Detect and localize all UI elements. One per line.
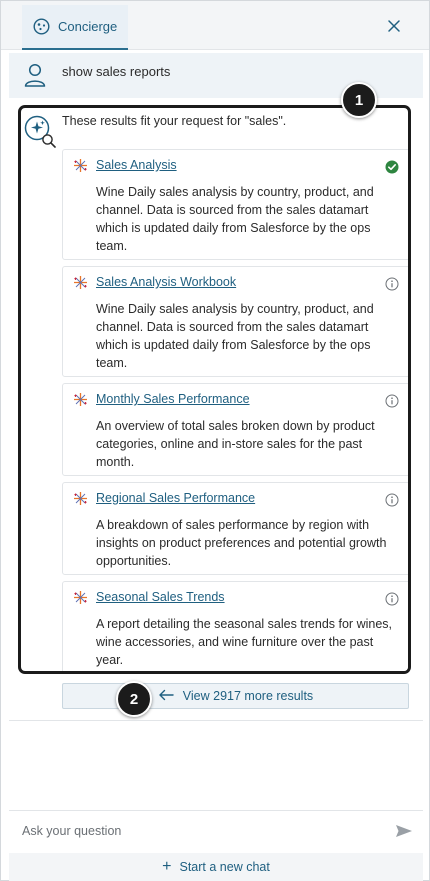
result-card[interactable]: Regional Sales Performance A breakdown o… (62, 482, 408, 575)
tableau-logo-icon (73, 392, 88, 412)
new-chat-label: Start a new chat (179, 860, 270, 874)
tab-concierge[interactable]: Concierge (22, 5, 128, 50)
view-more-results-button[interactable]: View 2917 more results (62, 683, 409, 709)
tableau-logo-icon (73, 491, 88, 511)
arrow-left-icon (158, 689, 183, 704)
result-title-link[interactable]: Sales Analysis (96, 158, 177, 172)
result-title-link[interactable]: Monthly Sales Performance (96, 392, 250, 406)
result-title-link[interactable]: Seasonal Sales Trends (96, 590, 225, 604)
result-card[interactable]: Monthly Sales Performance An overview of… (62, 383, 408, 476)
result-card[interactable]: Seasonal Sales Trends A report detailing… (62, 581, 408, 671)
view-more-label: View 2917 more results (182, 689, 314, 703)
question-input[interactable]: Ask your question (9, 813, 423, 851)
divider (9, 720, 423, 721)
tableau-logo-icon (73, 158, 88, 178)
tableau-logo-icon (73, 275, 88, 295)
info-icon[interactable] (385, 592, 399, 611)
result-description: Wine Daily sales analysis by country, pr… (96, 302, 374, 370)
question-input-placeholder: Ask your question (22, 824, 122, 838)
result-description: A breakdown of sales performance by regi… (96, 518, 387, 568)
result-description: An overview of total sales broken down b… (96, 419, 375, 469)
plus-icon: + (162, 858, 172, 875)
divider (9, 810, 423, 811)
result-card[interactable]: Sales Analysis Workbook Wine Daily sales… (62, 266, 408, 377)
close-icon[interactable] (385, 17, 403, 35)
send-icon[interactable] (395, 824, 413, 843)
callout-badge-1: 1 (341, 82, 377, 118)
tableau-logo-icon (73, 590, 88, 610)
tab-concierge-label: Concierge (58, 19, 118, 34)
concierge-sparkle-icon (33, 18, 50, 35)
new-chat-button[interactable]: + Start a new chat (9, 853, 423, 881)
user-icon (23, 62, 47, 93)
result-description: A report detailing the seasonal sales tr… (96, 617, 393, 667)
result-title-link[interactable]: Sales Analysis Workbook (96, 275, 236, 289)
info-icon[interactable] (385, 394, 399, 413)
results-intro: These results fit your request for "sale… (62, 114, 287, 128)
result-card[interactable]: Sales Analysis Wine Daily sales analysis… (62, 149, 408, 260)
user-message-text: show sales reports (62, 64, 171, 79)
panel-header: Concierge (1, 1, 429, 50)
certified-check-icon (385, 160, 399, 179)
ai-search-icon (23, 114, 57, 153)
callout-badge-2: 2 (116, 681, 152, 717)
result-title-link[interactable]: Regional Sales Performance (96, 491, 255, 505)
results-container: These results fit your request for "sale… (18, 105, 411, 674)
info-icon[interactable] (385, 493, 399, 512)
info-icon[interactable] (385, 277, 399, 296)
result-description: Wine Daily sales analysis by country, pr… (96, 185, 374, 253)
concierge-panel: Concierge show sales reports These resul… (0, 0, 430, 881)
